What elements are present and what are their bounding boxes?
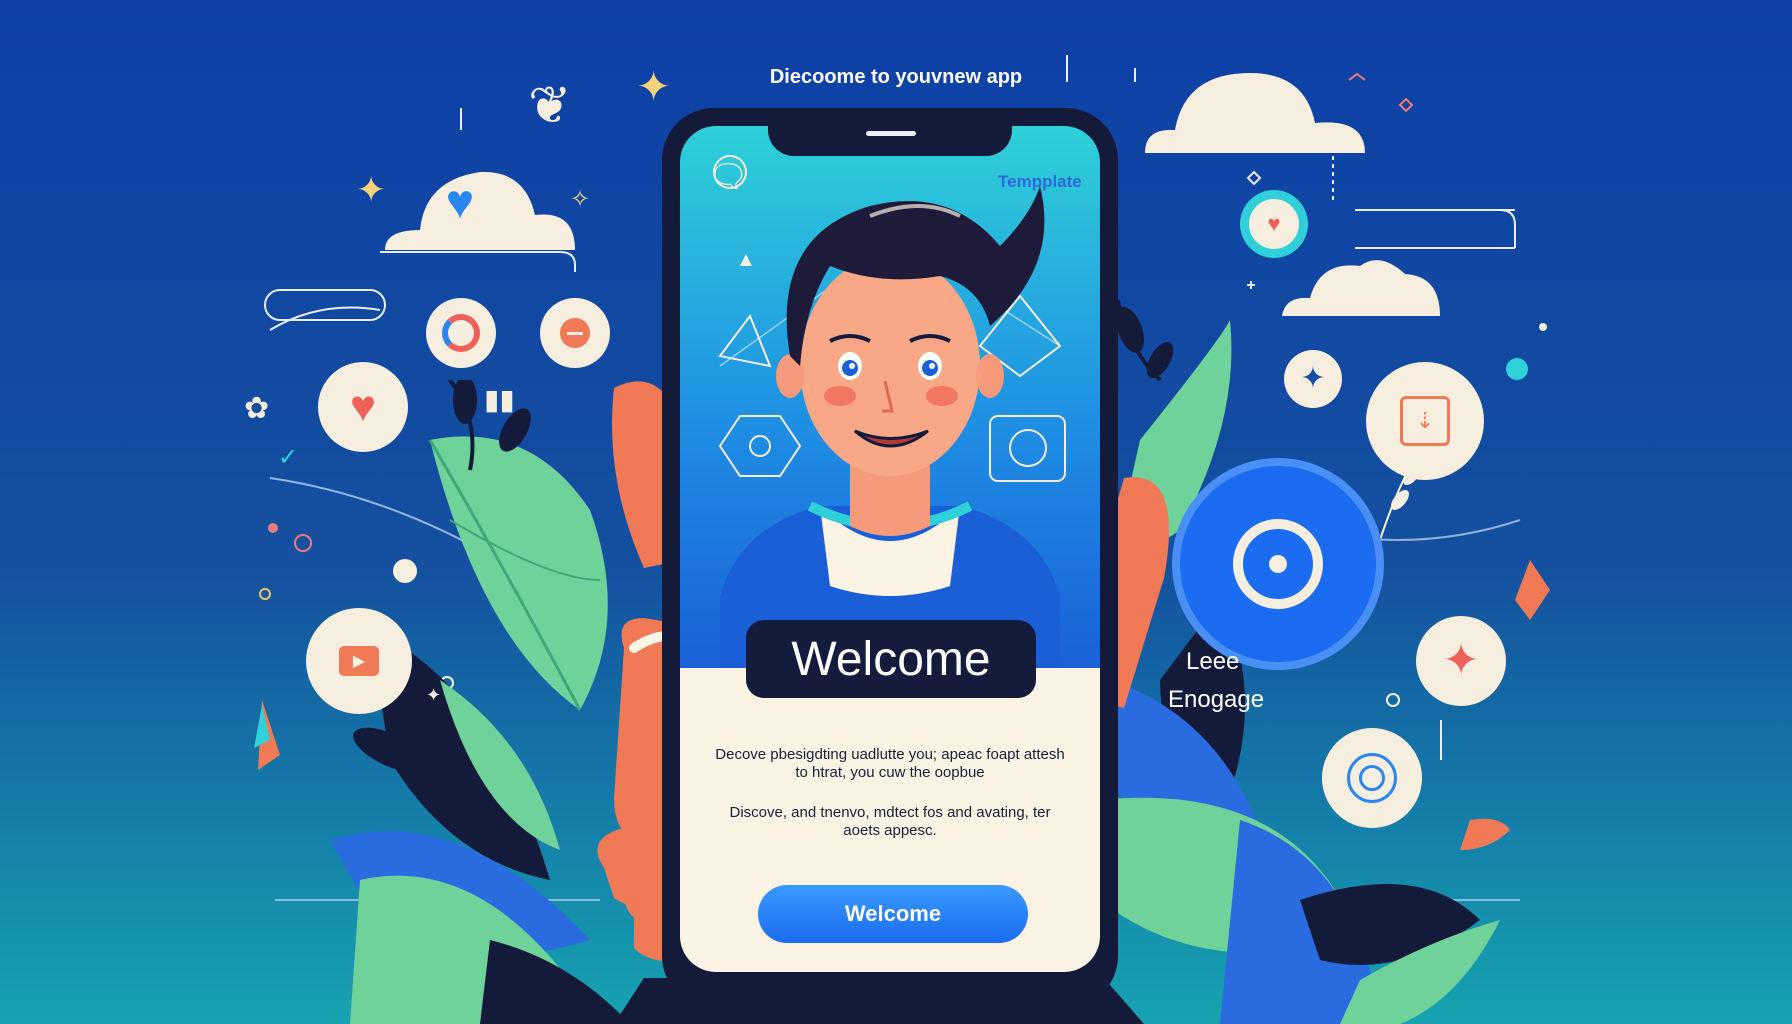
heart-icon: ♥: [1267, 211, 1281, 236]
radar-bubble[interactable]: [1322, 728, 1422, 828]
pause-icon: ▮▮: [484, 384, 515, 415]
card-paragraph-2: Discove, and tnenvo, mdtect fos and avat…: [729, 804, 1051, 839]
share-bubble[interactable]: ✦: [1284, 350, 1342, 408]
checkbox-icon: ⇣: [1400, 396, 1450, 446]
heart-icon: ♥: [349, 382, 377, 431]
ring-bubble[interactable]: [426, 298, 496, 368]
phone-speaker: [866, 131, 916, 136]
chat-bubble-heart[interactable]: ♥: [432, 176, 488, 229]
card-paragraph-1: Decove pbesigdting uadlutte you; apeac f…: [715, 746, 1065, 781]
sparkle-icon: ✦: [426, 685, 442, 705]
checkbox-bubble[interactable]: ⇣: [1366, 362, 1484, 480]
heart-icon: ♥: [445, 176, 475, 229]
sparkle-icon: ✦: [356, 169, 387, 210]
play-bubble[interactable]: ▶: [306, 608, 412, 714]
heart-chat-bubble[interactable]: ♥: [1240, 190, 1308, 258]
ring-icon: [442, 314, 480, 352]
target-bubble[interactable]: [1180, 466, 1376, 662]
heart-bubble[interactable]: ♥: [318, 362, 408, 452]
check-icon: ✓: [278, 444, 299, 471]
star-icon: ✦: [1442, 636, 1480, 685]
welcome-button[interactable]: Welcome: [758, 885, 1028, 943]
template-label: Tempplate: [998, 172, 1082, 191]
chat-icon: 🗨: [708, 158, 749, 194]
minus-icon: [560, 318, 590, 348]
page-title: Diecoome to youvnew app: [769, 66, 1023, 88]
avatar-illustration: [713, 155, 1066, 686]
flower-icon: ✿: [244, 392, 270, 425]
welcome-heading: Welcome: [746, 620, 1036, 698]
sparkle-icon: ✧: [570, 186, 591, 213]
star-bubble[interactable]: ✦: [1416, 616, 1506, 706]
radar-icon: [1347, 753, 1397, 803]
side-label-2: Enogage: [1168, 686, 1265, 713]
play-icon: ▶: [339, 646, 379, 676]
minus-bubble[interactable]: [540, 298, 610, 368]
share-icon: ✦: [1300, 362, 1326, 395]
target-icon: [1233, 519, 1323, 609]
side-label-1: Leee: [1186, 648, 1240, 675]
